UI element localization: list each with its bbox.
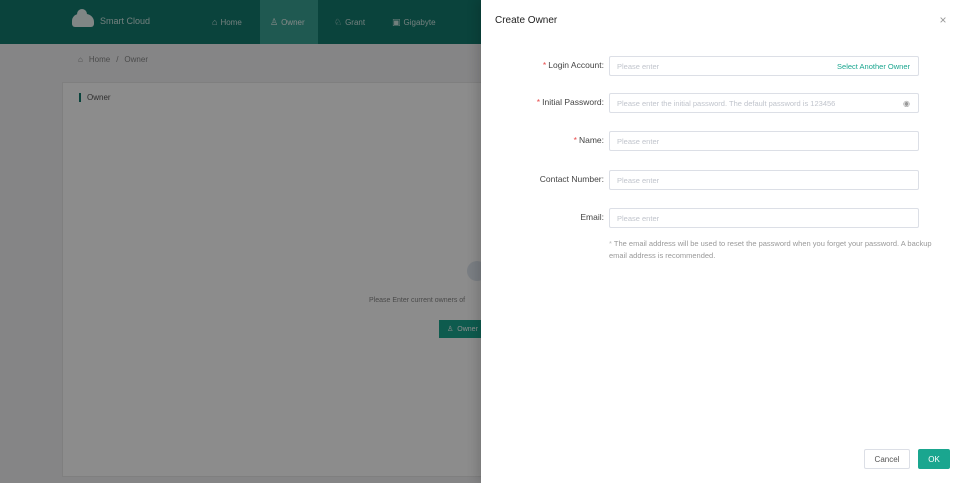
- contact-number-input[interactable]: [610, 171, 918, 189]
- email-field: [609, 208, 919, 228]
- ok-button[interactable]: OK: [918, 449, 950, 469]
- required-mark: *: [542, 60, 547, 70]
- required-mark: *: [573, 135, 577, 145]
- contact-number-field: [609, 170, 919, 190]
- initial-password-input[interactable]: [610, 94, 904, 112]
- drawer-title: Create Owner: [495, 15, 558, 26]
- name-field: [609, 131, 919, 151]
- login-account-label: * Login Account:: [542, 60, 604, 70]
- select-another-owner-link[interactable]: Select Another Owner: [837, 62, 918, 71]
- email-input[interactable]: [610, 209, 918, 227]
- login-account-row: *Login Account: Select Another Owner: [481, 56, 958, 76]
- required-mark: *: [536, 97, 541, 107]
- login-account-field: Select Another Owner: [609, 56, 919, 76]
- name-label: * Name:: [573, 135, 604, 145]
- initial-password-field: ◉: [609, 93, 919, 113]
- email-row: Email:: [481, 208, 958, 228]
- create-owner-drawer: Create Owner × *Login Account: Select An…: [481, 0, 958, 483]
- login-account-input[interactable]: [610, 57, 838, 75]
- cancel-button[interactable]: Cancel: [864, 449, 910, 469]
- email-label: Email:: [580, 212, 604, 222]
- name-input[interactable]: [610, 132, 918, 150]
- initial-password-row: * Initial Password: ◉: [481, 93, 958, 113]
- eye-off-icon[interactable]: ◉: [903, 99, 918, 108]
- email-hint-text: * The email address will be used to reset…: [609, 239, 932, 260]
- name-row: * Name:: [481, 131, 958, 151]
- initial-password-label: * Initial Password:: [536, 97, 604, 107]
- contact-number-row: Contact Number:: [481, 170, 958, 190]
- contact-number-label: Contact Number:: [539, 174, 604, 184]
- close-icon[interactable]: ×: [936, 13, 950, 27]
